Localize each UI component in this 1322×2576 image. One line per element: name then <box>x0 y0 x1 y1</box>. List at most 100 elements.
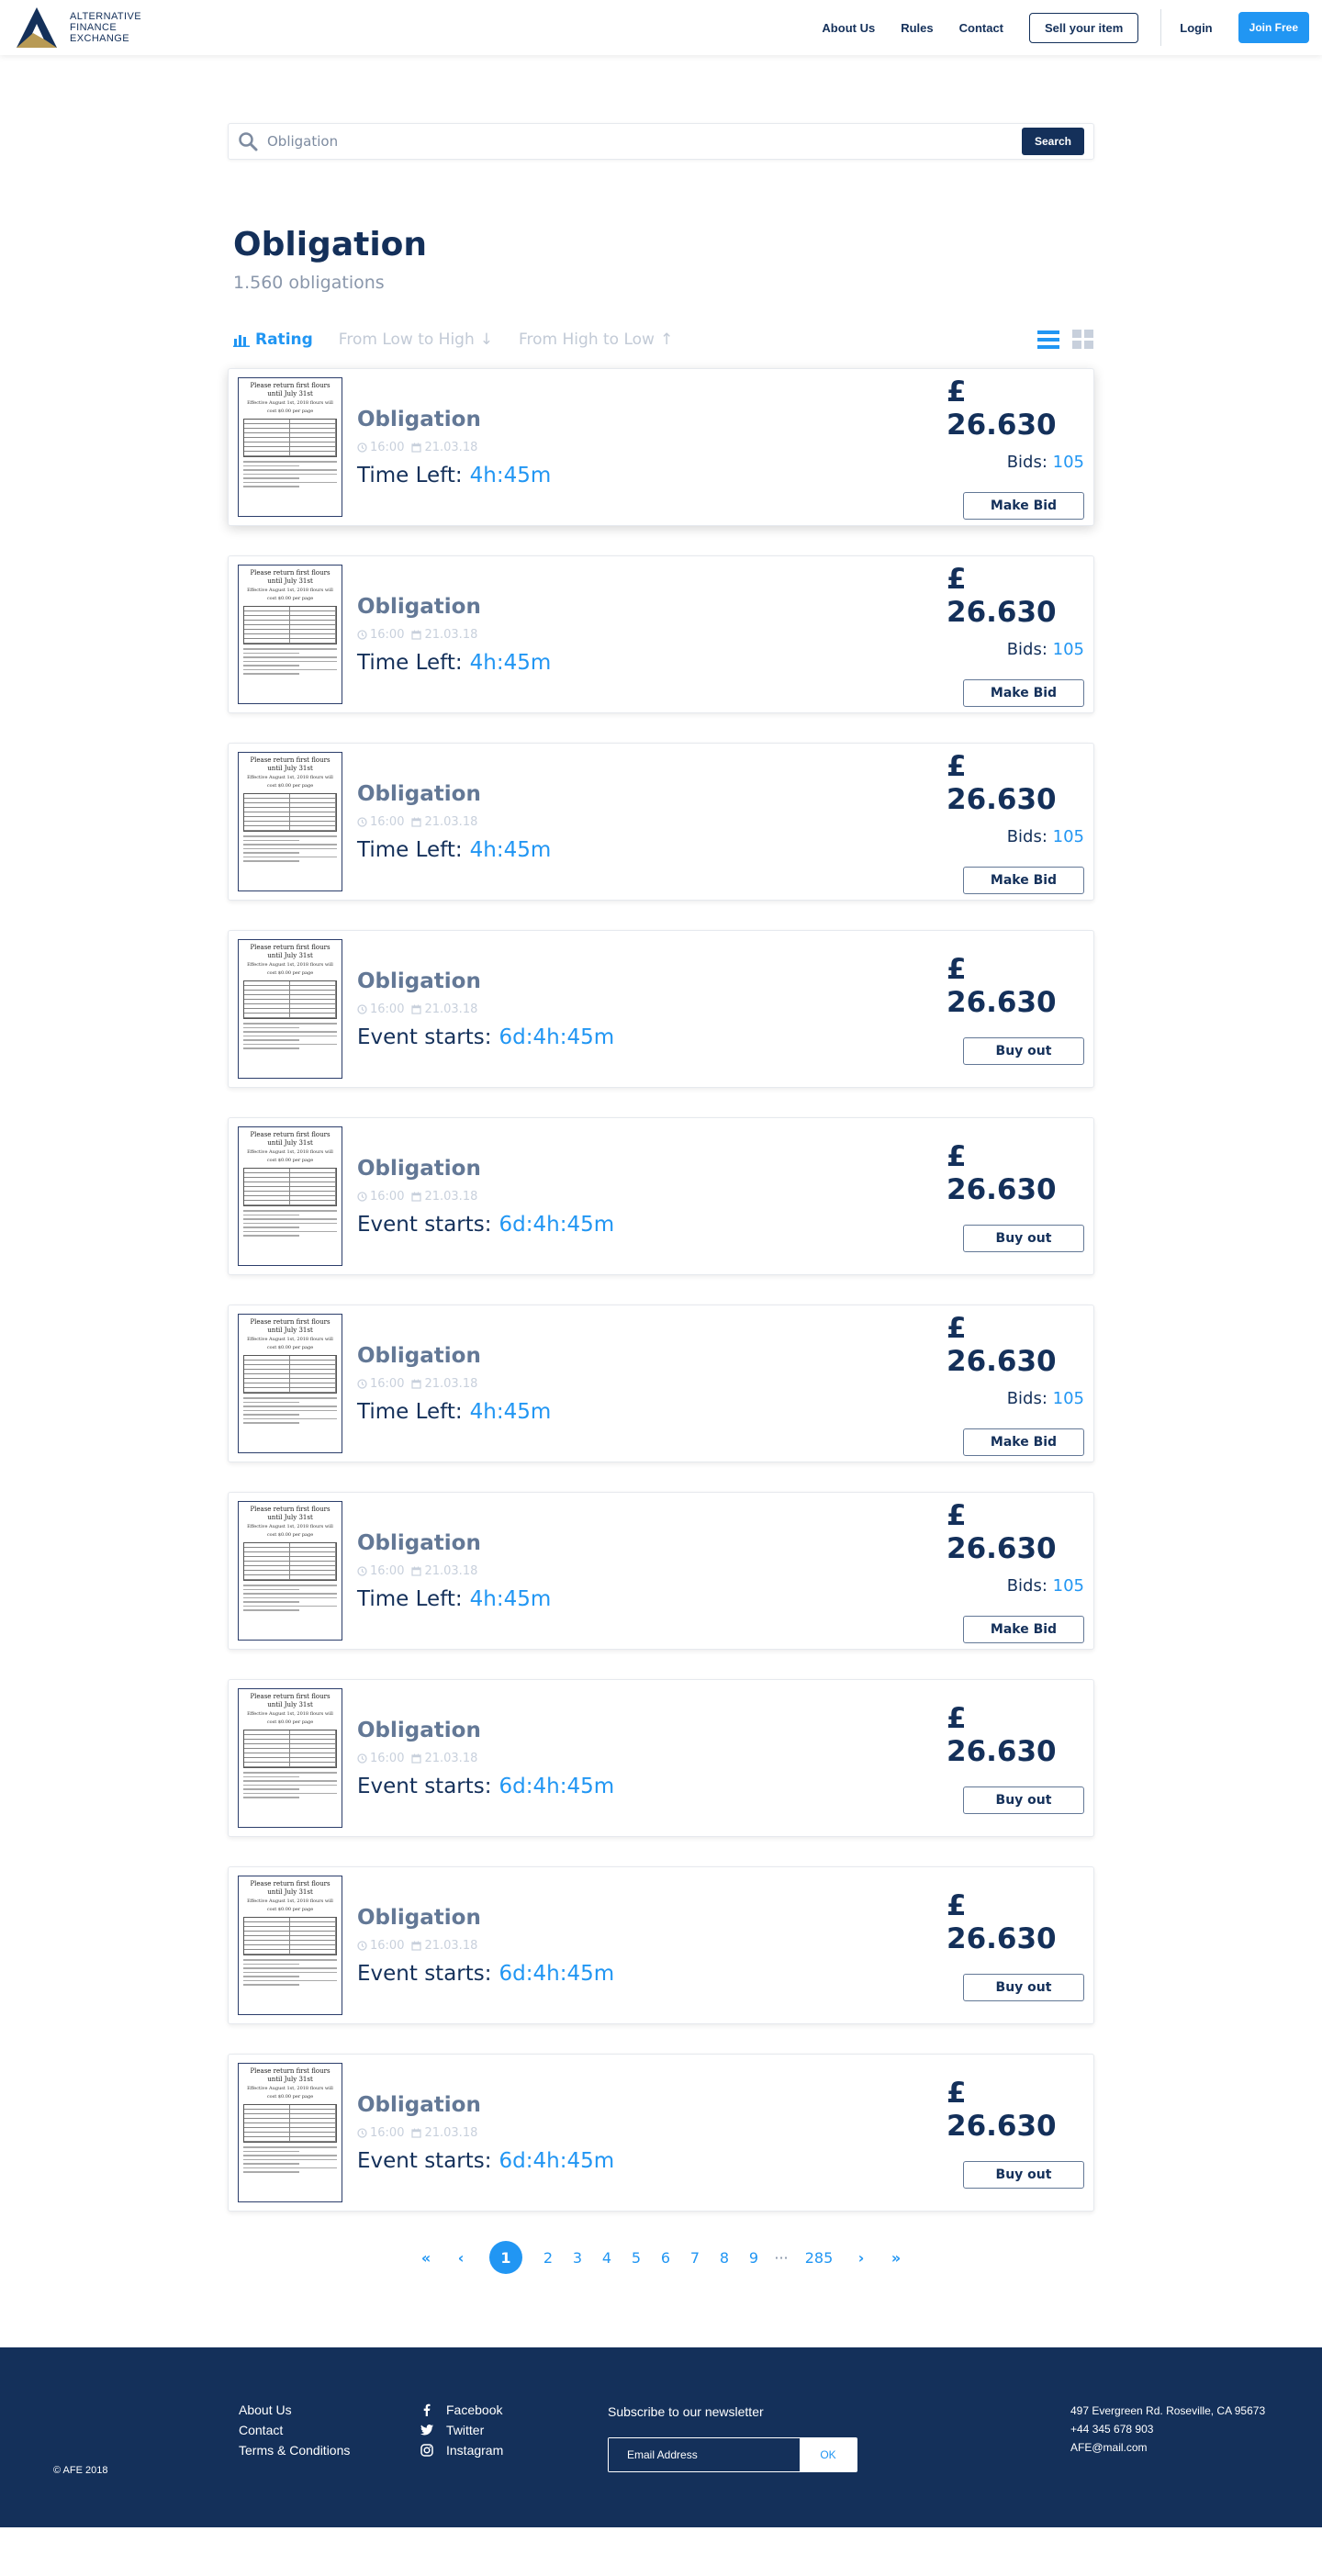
thumb-cell <box>290 1365 336 1369</box>
document-thumbnail[interactable]: Please return first flours until July 31s… <box>238 1126 342 1266</box>
nav-contact[interactable]: Contact <box>959 21 1003 35</box>
thumb-text-line <box>243 2163 300 2165</box>
make-bid-button[interactable]: Make Bid <box>963 1615 1084 1643</box>
obligation-card[interactable]: Please return first flours until July 31s… <box>228 930 1094 1088</box>
newsletter-email-input[interactable] <box>609 2438 800 2471</box>
card-meta: 16:00 21.03.18 <box>357 1190 947 1204</box>
buy-out-button[interactable]: Buy out <box>963 2161 1084 2189</box>
page-link[interactable]: 9 <box>739 2249 768 2267</box>
join-free-button[interactable]: Join Free <box>1238 12 1309 43</box>
sort-rating[interactable]: Rating <box>233 330 313 349</box>
nav-divider <box>1160 9 1162 46</box>
card-title[interactable]: Obligation <box>357 595 947 619</box>
obligation-card[interactable]: Please return first flours until July 31s… <box>228 743 1094 901</box>
document-thumbnail[interactable]: Please return first flours until July 31s… <box>238 1501 342 1641</box>
thumb-text-lines <box>243 2146 337 2173</box>
card-title[interactable]: Obligation <box>357 1719 947 1742</box>
page-link[interactable]: 5 <box>622 2249 651 2267</box>
prev-page-icon[interactable]: ‹ <box>443 2249 478 2267</box>
thumb-text-line <box>243 473 337 475</box>
document-thumbnail[interactable]: Please return first flours until July 31s… <box>238 565 342 704</box>
page-title: Obligation <box>233 226 428 263</box>
page-link[interactable]: 7 <box>680 2249 710 2267</box>
card-price-block: £ 26.630 Bids: 105 Make Bid <box>947 1499 1084 1643</box>
card-title[interactable]: Obligation <box>357 1906 947 1930</box>
card-title[interactable]: Obligation <box>357 2093 947 2117</box>
footer-terms-link[interactable]: Terms & Conditions <box>239 2443 350 2458</box>
obligation-card[interactable]: Please return first flours until July 31s… <box>228 555 1094 713</box>
thumb-cell <box>244 1758 290 1762</box>
thumb-text-lines <box>243 648 337 675</box>
thumb-cell <box>290 452 336 455</box>
footer-about-link[interactable]: About Us <box>239 2402 350 2417</box>
make-bid-button[interactable]: Make Bid <box>963 866 1084 894</box>
buy-out-button[interactable]: Buy out <box>963 1225 1084 1252</box>
bids-label: Bids: <box>1006 826 1048 846</box>
buy-out-button[interactable]: Buy out <box>963 1974 1084 2001</box>
card-time-value: 16:00 <box>370 1938 405 1953</box>
document-thumbnail[interactable]: Please return first flours until July 31s… <box>238 377 342 517</box>
page-link[interactable]: 8 <box>710 2249 739 2267</box>
search-button[interactable]: Search <box>1021 128 1084 155</box>
twitter-icon <box>420 2425 433 2436</box>
sort-high-to-low[interactable]: From High to Low ↑ <box>519 330 673 349</box>
list-view-button[interactable] <box>1037 330 1059 350</box>
thumb-cell <box>290 799 336 802</box>
thumb-table-row <box>244 1950 336 1954</box>
grid-view-button[interactable] <box>1072 330 1094 350</box>
card-title[interactable]: Obligation <box>357 408 947 431</box>
card-title[interactable]: Obligation <box>357 1157 947 1181</box>
page-link[interactable]: 2 <box>533 2249 563 2267</box>
instagram-link[interactable]: Instagram <box>420 2443 503 2458</box>
thumb-cell <box>290 424 336 428</box>
nav-rules[interactable]: Rules <box>901 21 933 35</box>
card-title[interactable]: Obligation <box>357 782 947 806</box>
newsletter-ok-button[interactable]: OK <box>800 2438 857 2471</box>
obligation-card[interactable]: Please return first flours until July 31s… <box>228 1866 1094 2024</box>
document-thumbnail[interactable]: Please return first flours until July 31s… <box>238 1688 342 1828</box>
sell-item-button[interactable]: Sell your item <box>1029 12 1139 43</box>
obligation-card[interactable]: Please return first flours until July 31s… <box>228 2054 1094 2212</box>
page-link[interactable]: 6 <box>651 2249 680 2267</box>
obligation-card[interactable]: Please return first flours until July 31s… <box>228 1492 1094 1650</box>
card-title[interactable]: Obligation <box>357 969 947 993</box>
obligation-card[interactable]: Please return first flours until July 31s… <box>228 1117 1094 1275</box>
make-bid-button[interactable]: Make Bid <box>963 491 1084 520</box>
sort-low-to-high[interactable]: From Low to High ↓ <box>339 330 493 349</box>
page-last-link[interactable]: 285 <box>794 2249 844 2267</box>
document-thumbnail[interactable]: Please return first flours until July 31s… <box>238 1876 342 2015</box>
page-link[interactable]: 3 <box>563 2249 592 2267</box>
timer-label: Time Left: <box>357 1586 463 1611</box>
buy-out-button[interactable]: Buy out <box>963 1037 1084 1065</box>
page-link[interactable]: 4 <box>592 2249 622 2267</box>
obligation-card[interactable]: Please return first flours until July 31s… <box>228 368 1094 526</box>
document-thumbnail[interactable]: Please return first flours until July 31s… <box>238 1314 342 1453</box>
footer-contact-link[interactable]: Contact <box>239 2423 350 2437</box>
card-title[interactable]: Obligation <box>357 1344 947 1368</box>
twitter-link[interactable]: Twitter <box>420 2423 503 2437</box>
card-time: 16:00 <box>357 1377 404 1391</box>
obligation-card[interactable]: Please return first flours until July 31s… <box>228 1679 1094 1837</box>
document-thumbnail[interactable]: Please return first flours until July 31s… <box>238 939 342 1079</box>
thumb-cell <box>290 1548 336 1551</box>
page-current[interactable]: 1 <box>489 2241 522 2274</box>
brand[interactable]: ALTERNATIVE FINANCE EXCHANGE <box>13 6 141 50</box>
first-page-icon[interactable]: « <box>409 2249 443 2267</box>
thumb-line: Effective August 1st, 2018 flours will <box>247 1337 333 1342</box>
thumb-cell <box>244 1945 290 1949</box>
make-bid-button[interactable]: Make Bid <box>963 1428 1084 1456</box>
document-thumbnail[interactable]: Please return first flours until July 31s… <box>238 2063 342 2202</box>
buy-out-button[interactable]: Buy out <box>963 1786 1084 1814</box>
facebook-link[interactable]: Facebook <box>420 2402 503 2417</box>
clock-icon <box>357 1191 367 1202</box>
search-input[interactable] <box>267 133 1022 150</box>
nav-about-us[interactable]: About Us <box>822 21 875 35</box>
last-page-icon[interactable]: » <box>879 2249 913 2267</box>
card-title[interactable]: Obligation <box>357 1531 947 1555</box>
next-page-icon[interactable]: › <box>844 2249 879 2267</box>
card-price-block: £ 26.630 Bids: 105 Make Bid <box>947 563 1084 707</box>
login-link[interactable]: Login <box>1180 21 1212 35</box>
make-bid-button[interactable]: Make Bid <box>963 678 1084 707</box>
obligation-card[interactable]: Please return first flours until July 31s… <box>228 1305 1094 1462</box>
document-thumbnail[interactable]: Please return first flours until July 31s… <box>238 752 342 891</box>
